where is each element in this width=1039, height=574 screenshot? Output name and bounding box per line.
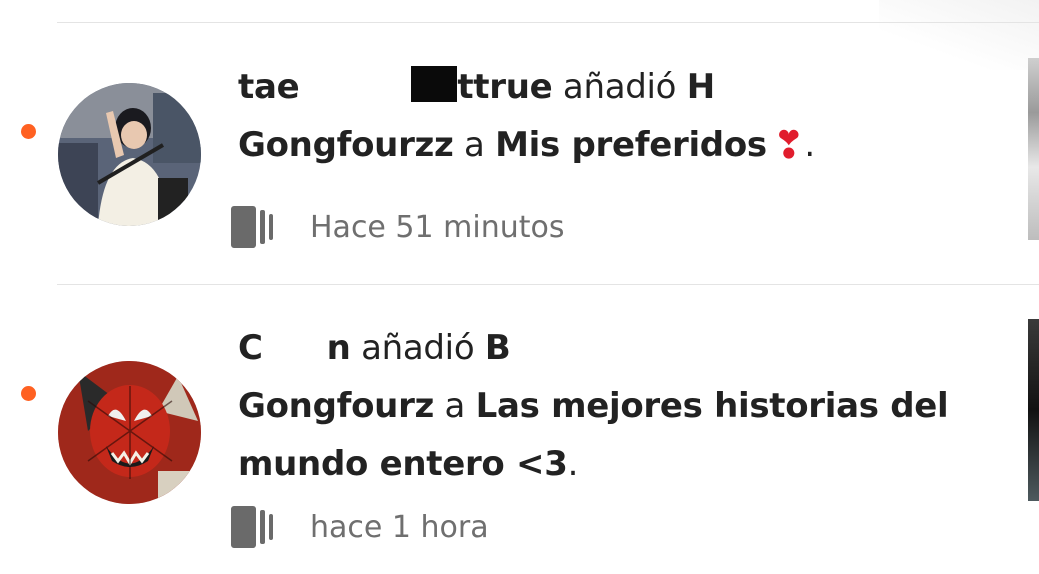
timestamp: Hace 51 minutos xyxy=(310,209,565,245)
redacted-area xyxy=(262,329,327,370)
notification-text[interactable]: Cn añadió B Gongfourz a Las mejores hist… xyxy=(238,319,958,493)
action-verb: añadió xyxy=(562,67,677,107)
username[interactable]: Cn xyxy=(238,328,351,370)
avatar[interactable] xyxy=(58,361,201,504)
redacted-area xyxy=(510,329,841,370)
trailing-period: . xyxy=(567,444,579,484)
avatar-photo-icon xyxy=(58,83,201,226)
story-cover-thumbnail[interactable] xyxy=(1028,58,1039,240)
trailing-period: . xyxy=(804,125,815,165)
connector-text: a xyxy=(444,386,466,426)
unread-dot xyxy=(21,124,36,139)
story-cover-thumbnail[interactable] xyxy=(1028,319,1039,501)
story-title[interactable]: H xyxy=(687,67,795,109)
notification-meta: hace 1 hora xyxy=(231,506,489,548)
unread-dot xyxy=(21,386,36,401)
story-author[interactable]: Gongfourzz xyxy=(238,125,454,165)
redacted-area xyxy=(714,68,795,109)
divider xyxy=(57,284,1039,285)
story-author[interactable]: Gongfourz xyxy=(238,386,434,426)
reading-list-icon xyxy=(231,506,277,548)
redaction-bar xyxy=(411,66,458,102)
timestamp: hace 1 hora xyxy=(310,509,489,545)
username[interactable]: tae ttrue xyxy=(238,66,553,109)
notification-text[interactable]: tae ttrue añadió H Gongfourzz a Mis prefe… xyxy=(238,58,958,174)
notification-meta: Hace 51 minutos xyxy=(231,206,564,248)
divider-top xyxy=(57,22,1039,23)
action-verb: añadió xyxy=(361,328,475,368)
reading-list-name[interactable]: Mis preferidos xyxy=(495,125,767,165)
reading-list-icon xyxy=(231,206,277,248)
avatar[interactable] xyxy=(58,83,201,226)
redacted-area xyxy=(299,68,412,109)
heart-emoji: ❣ xyxy=(772,123,805,167)
notifications-page: tae ttrue añadió H Gongfourzz a Mis prefe… xyxy=(0,0,1039,574)
story-title[interactable]: B xyxy=(485,328,841,370)
connector-text: a xyxy=(464,125,485,165)
avatar-photo-icon xyxy=(58,361,201,504)
